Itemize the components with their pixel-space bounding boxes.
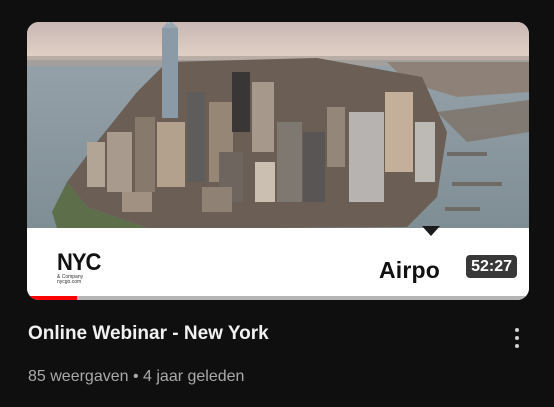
- city-skyline-image: [27, 22, 529, 228]
- watch-progress-fill: [27, 296, 78, 300]
- more-vert-icon[interactable]: [505, 324, 529, 356]
- nyc-logo: NYC & Company nycgo.com: [57, 247, 127, 286]
- video-card[interactable]: NYC & Company nycgo.com Airpo 52:27 Onli…: [0, 0, 554, 407]
- watch-progress-bar: [27, 296, 529, 300]
- logo-text: NYC: [57, 247, 101, 276]
- thumbnail-banner: NYC & Company nycgo.com Airpo: [27, 228, 529, 300]
- view-count: 85 weergaven: [28, 368, 129, 385]
- upload-age: 4 jaar geleden: [143, 368, 245, 385]
- banner-notch: [422, 226, 440, 236]
- thumbnail-brand-text: Airpo: [379, 257, 441, 283]
- video-thumbnail[interactable]: NYC & Company nycgo.com Airpo 52:27: [27, 22, 529, 300]
- video-metadata: 85 weergaven • 4 jaar geleden: [28, 368, 244, 386]
- duration-badge: 52:27: [466, 255, 517, 278]
- meta-separator: •: [132, 368, 139, 385]
- logo-subtext: & Company nycgo.com: [57, 274, 84, 285]
- video-title[interactable]: Online Webinar - New York: [28, 323, 269, 345]
